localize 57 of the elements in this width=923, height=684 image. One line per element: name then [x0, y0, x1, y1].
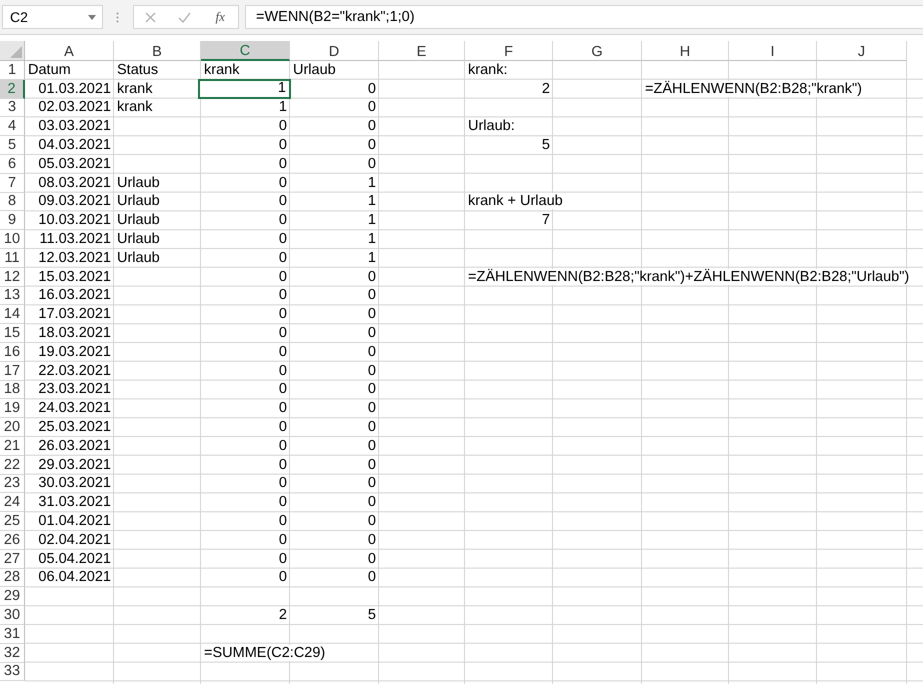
- grip-icon: [116, 12, 119, 22]
- column-header[interactable]: C: [201, 41, 290, 61]
- row-header[interactable]: 1: [0, 61, 25, 80]
- row-header[interactable]: 16: [0, 342, 25, 362]
- column-header[interactable]: F: [465, 41, 553, 61]
- row-header[interactable]: 32: [0, 644, 25, 662]
- row-header[interactable]: 29: [0, 587, 25, 606]
- dropdown-caret-icon: [88, 14, 96, 20]
- row-header[interactable]: 7: [0, 174, 25, 193]
- row-header[interactable]: 30: [0, 606, 25, 625]
- row-header[interactable]: 33: [0, 662, 25, 682]
- row-header[interactable]: 17: [0, 362, 25, 381]
- row-header[interactable]: 9: [0, 211, 25, 230]
- row-header[interactable]: 23: [0, 474, 25, 494]
- table-cell: 1: [198, 78, 291, 99]
- row-header[interactable]: 8: [0, 192, 25, 212]
- row-header[interactable]: 31: [0, 624, 25, 644]
- column-header[interactable]: E: [379, 41, 465, 61]
- row-header[interactable]: 24: [0, 493, 25, 512]
- select-all-button[interactable]: [0, 41, 25, 61]
- table-cell: =ZÄHLENWENN(B2:B28;"krank")+ZÄHLENWENN(B2:B28;"Urlaub"): [468, 268, 910, 285]
- row-header[interactable]: 6: [0, 154, 25, 174]
- checkmark-icon[interactable]: [178, 12, 192, 22]
- cancel-icon[interactable]: [145, 12, 156, 22]
- row-header[interactable]: 21: [0, 436, 25, 456]
- row-header[interactable]: 20: [0, 418, 25, 437]
- column-header[interactable]: A: [25, 41, 114, 61]
- column-header[interactable]: J: [817, 41, 907, 61]
- row-header[interactable]: 12: [0, 268, 25, 287]
- row-header[interactable]: 2: [0, 80, 25, 99]
- row-header[interactable]: 14: [0, 305, 25, 324]
- table-cell: krank + Urlaub: [468, 193, 563, 210]
- row-header[interactable]: 5: [0, 136, 25, 155]
- column-header[interactable]: G: [553, 41, 642, 61]
- row-header[interactable]: 3: [0, 98, 25, 118]
- formula-field[interactable]: =WENN(B2="krank";1;0): [245, 5, 923, 29]
- insert-function-button[interactable]: fx: [214, 9, 227, 25]
- column-header[interactable]: I: [729, 41, 817, 61]
- column-header[interactable]: H: [642, 41, 729, 61]
- column-header[interactable]: B: [114, 41, 201, 61]
- column-header[interactable]: D: [290, 41, 379, 61]
- select-all-icon[interactable]: [10, 46, 22, 58]
- row-header[interactable]: 15: [0, 324, 25, 343]
- row-header[interactable]: 4: [0, 117, 25, 136]
- row-header[interactable]: 26: [0, 530, 25, 550]
- table-cell: =SUMME(C2:C29): [204, 644, 326, 661]
- row-header[interactable]: 13: [0, 286, 25, 306]
- row-header[interactable]: 22: [0, 456, 25, 475]
- row-header[interactable]: 18: [0, 380, 25, 400]
- row-header[interactable]: 28: [0, 568, 25, 588]
- row-header[interactable]: 27: [0, 550, 25, 569]
- row-header[interactable]: 10: [0, 230, 25, 249]
- name-box[interactable]: C2: [2, 5, 103, 29]
- row-header[interactable]: 19: [0, 399, 25, 418]
- row-header[interactable]: 25: [0, 512, 25, 531]
- row-header[interactable]: 11: [0, 248, 25, 268]
- table-cell: =ZÄHLENWENN(B2:B28;"krank"): [645, 80, 862, 97]
